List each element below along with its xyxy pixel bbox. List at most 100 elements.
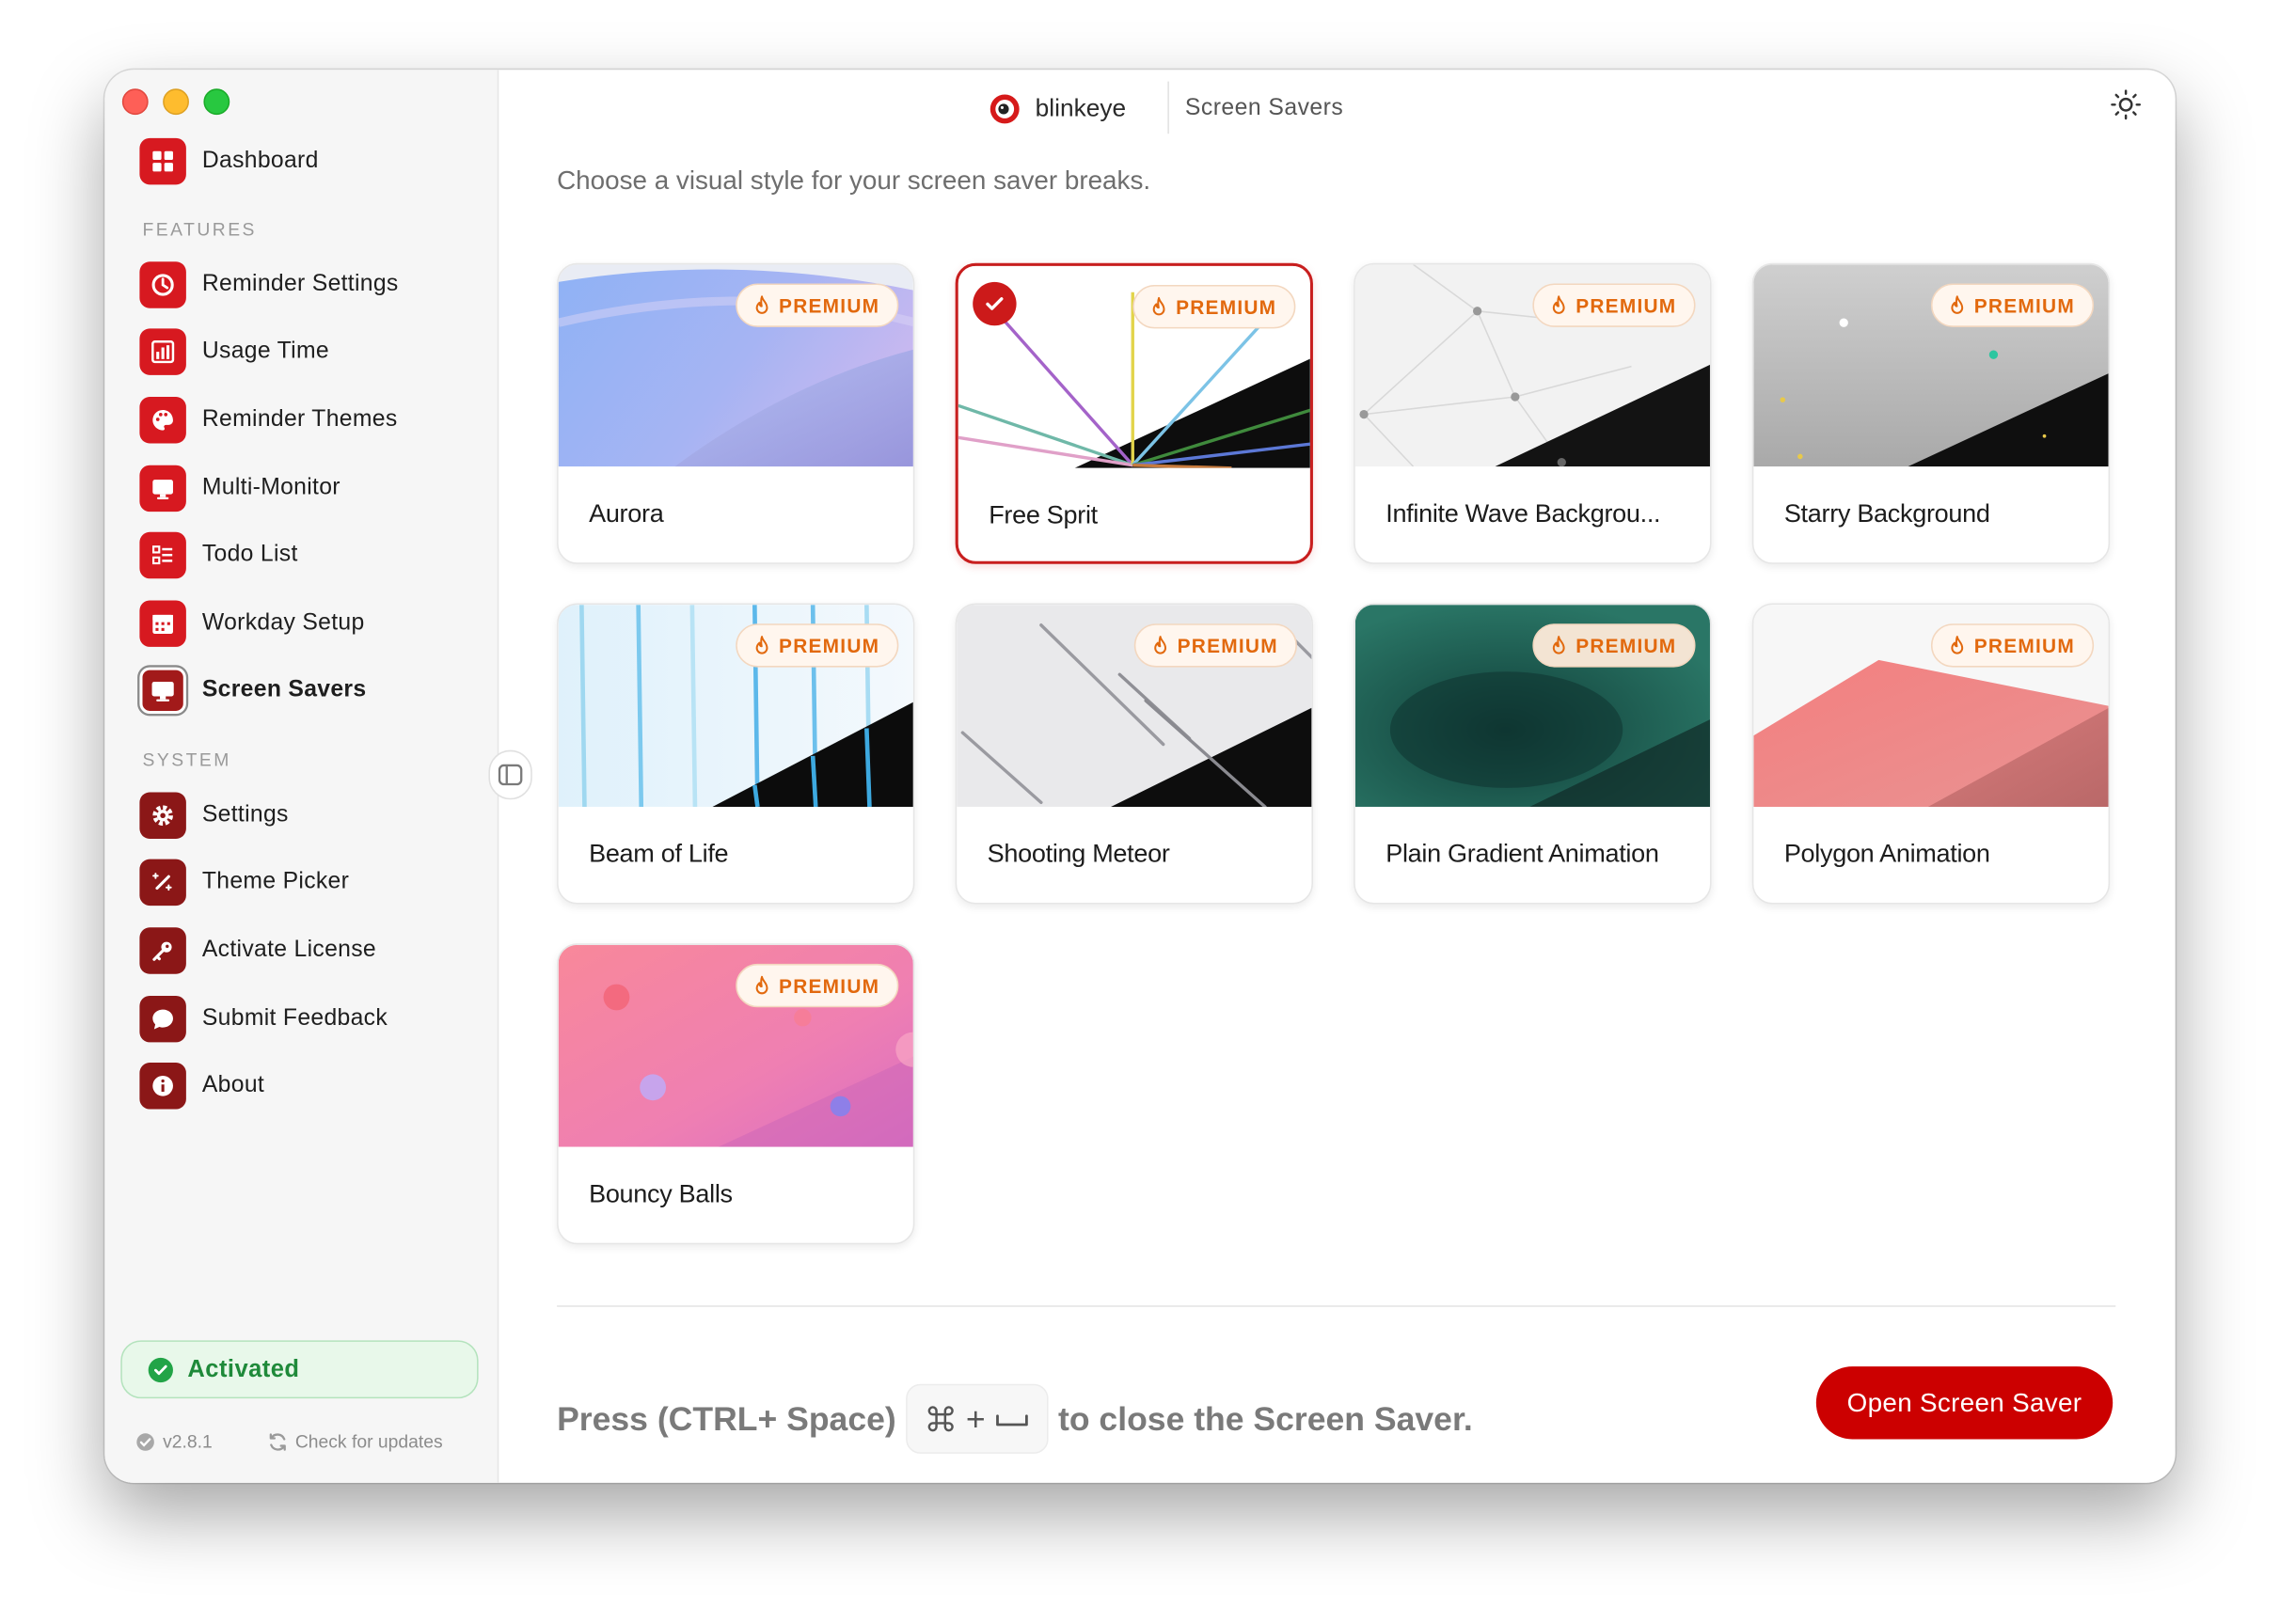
- sidebar-item-label: Submit Feedback: [201, 1005, 388, 1032]
- zoom-window-button[interactable]: [203, 88, 230, 116]
- screensaver-card-starry-background[interactable]: PREMIUM Starry Background: [1751, 262, 2111, 564]
- flame-icon: [1950, 295, 1963, 314]
- check-circle-icon: [148, 1357, 173, 1382]
- sidebar-item-workday-setup[interactable]: Workday Setup: [139, 599, 364, 649]
- screensaver-card-plain-gradient[interactable]: PREMIUM Plain Gradient Animation: [1354, 603, 1712, 905]
- premium-label: PREMIUM: [1177, 634, 1278, 656]
- sidebar-item-settings[interactable]: Settings: [139, 791, 288, 841]
- close-shortcut-hint: Press (CTRL+ Space) + to close the Scree…: [557, 1381, 1473, 1457]
- activation-status-label: Activated: [187, 1355, 300, 1382]
- premium-label: PREMIUM: [1575, 294, 1677, 317]
- screensaver-card-beam-of-life[interactable]: PREMIUM Beam of Life: [557, 603, 915, 905]
- card-title: Free Sprit: [989, 499, 1098, 529]
- premium-label: PREMIUM: [779, 974, 880, 997]
- sidebar-item-usage-time[interactable]: Usage Time: [139, 327, 329, 377]
- sidebar-item-label: Theme Picker: [201, 869, 350, 894]
- space-key-icon: [995, 1414, 1028, 1427]
- premium-badge: PREMIUM: [735, 283, 899, 327]
- magic-wand-icon: [139, 859, 186, 907]
- premium-badge: PREMIUM: [1132, 284, 1296, 329]
- premium-label: PREMIUM: [1973, 294, 2075, 317]
- premium-label: PREMIUM: [1575, 634, 1677, 656]
- version-label: v2.8.1: [163, 1431, 213, 1453]
- card-title: Aurora: [589, 498, 664, 528]
- premium-label: PREMIUM: [779, 634, 880, 656]
- flame-icon: [755, 636, 768, 654]
- version-check-icon: [136, 1433, 154, 1451]
- sidebar-item-multi-monitor[interactable]: Multi-Monitor: [139, 464, 340, 513]
- sidebar-item-label: Reminder Themes: [201, 406, 398, 433]
- sidebar-item-dashboard[interactable]: Dashboard: [139, 136, 318, 186]
- checklist-icon: [139, 531, 186, 579]
- sidebar-item-label: Todo List: [201, 542, 298, 567]
- premium-label: PREMIUM: [1973, 634, 2075, 656]
- premium-badge: PREMIUM: [1531, 623, 1696, 668]
- title-divider: [1167, 81, 1169, 134]
- clock-icon: [139, 261, 186, 308]
- shortcut-keycap: +: [906, 1383, 1049, 1454]
- flame-icon: [1552, 636, 1565, 654]
- flame-icon: [1153, 636, 1166, 654]
- card-title: Starry Background: [1783, 498, 1990, 528]
- sidebar-item-label: Reminder Settings: [201, 272, 399, 297]
- key-icon: [139, 927, 186, 974]
- version-info: v2.8.1: [135, 1431, 213, 1453]
- screensaver-card-aurora[interactable]: PREMIUM Aurora: [557, 262, 915, 564]
- premium-badge: PREMIUM: [1531, 283, 1696, 327]
- sidebar-item-label: About: [201, 1072, 265, 1098]
- card-title: Shooting Meteor: [987, 838, 1170, 868]
- card-title: Bouncy Balls: [589, 1178, 733, 1208]
- card-title: Infinite Wave Backgrou...: [1385, 498, 1661, 528]
- sidebar-toggle-button[interactable]: [488, 749, 532, 800]
- flame-icon: [1152, 296, 1164, 316]
- command-key-icon: [928, 1406, 955, 1432]
- screensaver-card-free-sprit[interactable]: PREMIUM Free Sprit: [955, 262, 1313, 564]
- hint-text-before: Press (CTRL+ Space): [557, 1398, 896, 1438]
- sidebar-item-activate-license[interactable]: Activate License: [139, 926, 376, 976]
- screensaver-card-shooting-meteor[interactable]: PREMIUM Shooting Meteor: [955, 603, 1313, 905]
- sidebar-item-label: Multi-Monitor: [201, 475, 340, 500]
- sidebar: Dashboard FEATURES Reminder Settings Usa…: [104, 70, 499, 1483]
- hint-text-after: to close the Screen Saver.: [1057, 1398, 1473, 1438]
- check-updates-label: Check for updates: [294, 1431, 443, 1453]
- premium-badge: PREMIUM: [1930, 283, 2095, 327]
- sidebar-item-reminder-settings[interactable]: Reminder Settings: [139, 260, 398, 310]
- minimize-window-button[interactable]: [163, 88, 189, 116]
- check-updates-link[interactable]: Check for updates: [267, 1431, 443, 1453]
- chat-bubble-icon: [139, 995, 186, 1043]
- sidebar-item-label: Workday Setup: [201, 610, 365, 636]
- selected-check-icon: [973, 281, 1017, 326]
- screensaver-card-polygon-animation[interactable]: PREMIUM Polygon Animation: [1751, 603, 2111, 905]
- sidebar-item-about[interactable]: About: [139, 1062, 264, 1112]
- flame-icon: [1552, 295, 1565, 314]
- screensaver-card-bouncy-balls[interactable]: PREMIUM Bouncy Balls: [557, 943, 915, 1245]
- premium-label: PREMIUM: [779, 294, 880, 317]
- bar-chart-icon: [139, 328, 186, 375]
- sidebar-item-label: Usage Time: [201, 339, 329, 364]
- page-subtitle: Choose a visual style for your screen sa…: [557, 166, 1151, 196]
- sidebar-item-label: Screen Savers: [201, 677, 367, 702]
- sidebar-item-submit-feedback[interactable]: Submit Feedback: [139, 994, 388, 1044]
- sidebar-item-reminder-themes[interactable]: Reminder Themes: [139, 395, 397, 445]
- screen: Dashboard FEATURES Reminder Settings Usa…: [0, 0, 2280, 1624]
- page-title: Screen Savers: [1184, 96, 1344, 121]
- sidebar-item-screen-savers[interactable]: Screen Savers: [139, 666, 366, 716]
- features-heading: FEATURES: [142, 219, 257, 241]
- sun-icon: [2111, 89, 2142, 120]
- sidebar-toggle-icon: [498, 764, 523, 786]
- theme-toggle-button[interactable]: [2107, 86, 2145, 123]
- close-window-button[interactable]: [121, 88, 149, 116]
- sidebar-item-todo-list[interactable]: Todo List: [139, 530, 297, 580]
- premium-badge: PREMIUM: [1133, 623, 1297, 668]
- flame-icon: [755, 295, 768, 314]
- screensaver-card-infinite-wave[interactable]: PREMIUM Infinite Wave Backgrou...: [1354, 262, 1712, 564]
- card-title: Beam of Life: [589, 838, 729, 868]
- open-screen-saver-button[interactable]: Open Screen Saver: [1815, 1366, 2114, 1440]
- calendar-icon: [139, 600, 186, 647]
- premium-badge: PREMIUM: [1930, 623, 2095, 668]
- footer-divider: [557, 1305, 2116, 1307]
- grid-icon: [139, 137, 186, 185]
- card-title: Polygon Animation: [1783, 838, 1990, 868]
- premium-badge: PREMIUM: [735, 623, 899, 668]
- sidebar-item-theme-picker[interactable]: Theme Picker: [139, 858, 349, 907]
